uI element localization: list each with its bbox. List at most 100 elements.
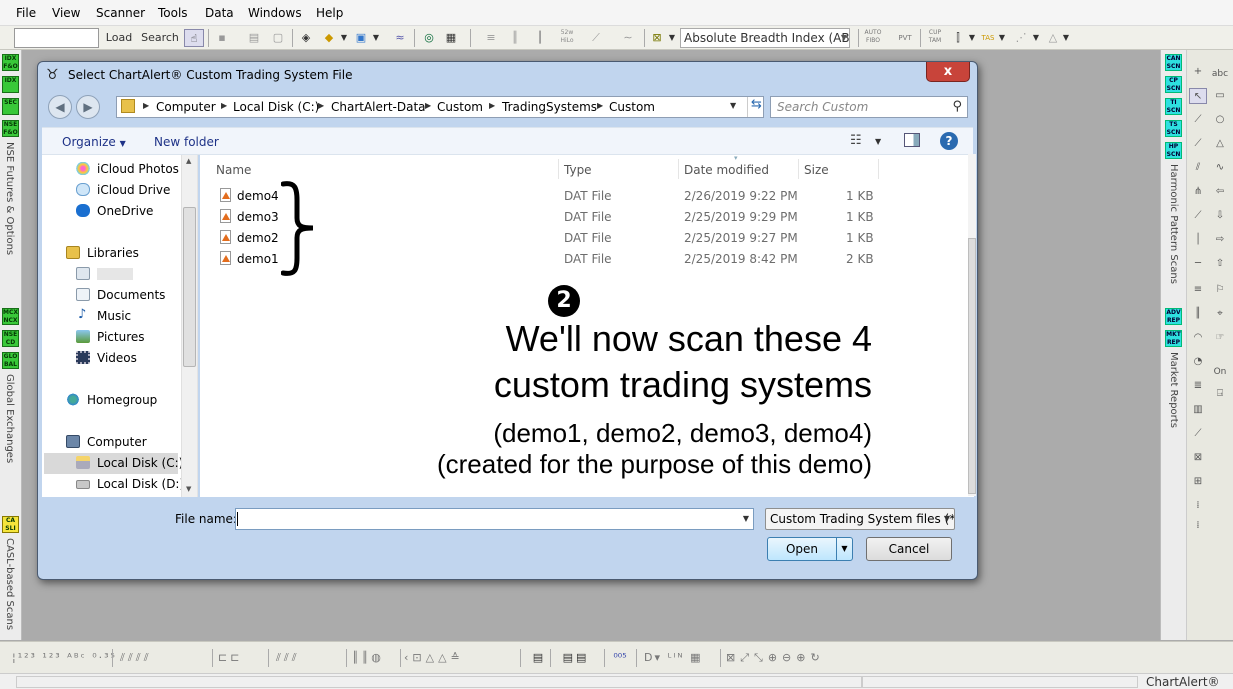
chevron-down-icon[interactable]: ▼: [1062, 29, 1070, 47]
level-tools-icons[interactable]: ⊏⊏: [218, 649, 268, 667]
column-type-header[interactable]: Type: [564, 163, 592, 177]
file-type-filter-select[interactable]: Custom Trading System files (* ▼: [765, 508, 955, 530]
crosshair-icon[interactable]: +: [1189, 64, 1207, 80]
cancel-button[interactable]: Cancel: [866, 537, 952, 561]
list-icon[interactable]: ≡: [482, 29, 500, 47]
back-button[interactable]: ◀: [48, 95, 72, 119]
chevron-down-icon[interactable]: ▼: [998, 29, 1006, 47]
file-list-scrollbar[interactable]: [968, 154, 976, 496]
indicator-icon[interactable]: ⊠: [648, 29, 666, 47]
chart-settings-icon[interactable]: ◈: [298, 29, 314, 47]
sec-button[interactable]: SEC: [2, 98, 19, 115]
idx-fo-button[interactable]: IDX F&O: [2, 54, 19, 71]
nse-fo-button[interactable]: NSE F&O: [2, 120, 19, 137]
column-size-header[interactable]: Size: [804, 163, 829, 177]
pattern-icon[interactable]: ⋰: [1012, 29, 1030, 47]
chevron-down-icon[interactable]: ▼: [340, 29, 348, 47]
file-list-scroll-thumb[interactable]: [968, 238, 976, 494]
harmonic-pattern-scans-label[interactable]: Harmonic Pattern Scans: [1168, 164, 1179, 284]
menu-scanner[interactable]: Scanner: [96, 6, 145, 20]
pointer-icon[interactable]: ↖: [1189, 88, 1207, 104]
breadcrumb-arrow-icon[interactable]: ▶: [425, 101, 431, 110]
nav-documents[interactable]: Documents: [97, 288, 165, 302]
chevron-down-icon[interactable]: ▼: [372, 29, 380, 47]
window-icon[interactable]: ▦: [442, 29, 460, 47]
nav-music[interactable]: Music: [97, 309, 131, 323]
breadcrumb-local-disk[interactable]: Local Disk (C:): [233, 100, 319, 114]
dots-grid-icon[interactable]: ⁞: [1189, 498, 1207, 514]
r-tool-icon[interactable]: ⍈: [1211, 386, 1229, 402]
bars-icon[interactable]: ║: [506, 29, 524, 47]
view-options-icon[interactable]: ☷: [850, 133, 862, 148]
cursor-tool-icon[interactable]: ☝: [184, 29, 204, 47]
search-button[interactable]: Search: [140, 29, 180, 47]
nav-scrollbar[interactable]: ▲ ▼: [181, 155, 197, 497]
print-icon[interactable]: ▤: [246, 29, 262, 47]
chevron-down-icon[interactable]: ▼: [968, 29, 976, 47]
nav-local-disk-d[interactable]: Local Disk (D:): [97, 477, 184, 491]
ti-scn-button[interactable]: TI SCN: [1165, 98, 1182, 115]
chevron-down-icon[interactable]: ▼: [1032, 29, 1040, 47]
nav-videos[interactable]: Videos: [97, 351, 137, 365]
chevron-down-icon[interactable]: ▼: [743, 514, 749, 523]
line-icon[interactable]: ⟋: [1189, 112, 1207, 128]
triangle-icon[interactable]: △: [1211, 136, 1229, 152]
file-name-input[interactable]: ▼: [235, 508, 754, 530]
chevron-down-icon[interactable]: ▼: [730, 101, 736, 110]
market-reports-label[interactable]: Market Reports: [1168, 352, 1179, 428]
dots-grid-icon[interactable]: ⁞: [1189, 518, 1207, 534]
breadcrumb-arrow-icon[interactable]: ▶: [318, 101, 324, 110]
menu-windows[interactable]: Windows: [248, 6, 302, 20]
breadcrumb-custom[interactable]: Custom: [437, 100, 483, 114]
breadcrumb-tradingsystems[interactable]: TradingSystems: [502, 100, 597, 114]
breadcrumb-chartalert-data[interactable]: ChartAlert-Data: [331, 100, 426, 114]
on-toggle[interactable]: On: [1211, 364, 1229, 380]
redacted-library-item[interactable]: [97, 268, 133, 280]
cp-scn-button[interactable]: CP SCN: [1165, 76, 1182, 93]
spiral-icon[interactable]: ◔: [1189, 354, 1207, 370]
scroll-up-icon[interactable]: ▲: [186, 157, 191, 165]
breadcrumb-arrow-icon[interactable]: ▶: [597, 101, 603, 110]
save-icon[interactable]: ▪: [214, 29, 230, 47]
nav-pictures[interactable]: Pictures: [97, 330, 145, 344]
address-bar[interactable]: ▶ Computer ▶ Local Disk (C:) ▶ ChartAler…: [116, 96, 764, 118]
menu-file[interactable]: File: [16, 6, 36, 20]
pivot-icon[interactable]: PVT: [894, 29, 916, 47]
indicator-select[interactable]: Absolute Breadth Index (ABI ▼: [680, 28, 850, 48]
vertical-line-icon[interactable]: │: [1189, 232, 1207, 248]
levels-icon[interactable]: ≡: [1189, 282, 1207, 298]
channel-tools-icons[interactable]: ⫽⫽⫽: [276, 649, 346, 667]
menu-help[interactable]: Help: [316, 6, 343, 20]
mcx-ncx-button[interactable]: MCX NCX: [2, 308, 19, 325]
nav-local-disk-c[interactable]: Local Disk (C:): [97, 456, 183, 470]
auto-fibo-icon[interactable]: AUTO FIBO: [862, 29, 884, 47]
preview-icon[interactable]: ▢: [270, 29, 286, 47]
52w-hilo-icon[interactable]: 52w HiLo: [556, 29, 578, 47]
refresh-icon[interactable]: ⇆: [747, 97, 765, 117]
chevron-down-icon[interactable]: ▼: [668, 29, 676, 47]
shape-tools-icons[interactable]: ‹⊡△△≙: [404, 649, 514, 667]
breadcrumb-custom-current[interactable]: Custom: [609, 100, 655, 114]
global-exchanges-label[interactable]: Global Exchanges: [4, 374, 15, 463]
hand-icon[interactable]: ☞: [1211, 330, 1229, 346]
nav-icloud-photos[interactable]: iCloud Photos: [97, 162, 179, 176]
ts-scn-button[interactable]: TS SCN: [1165, 120, 1182, 137]
triangle-icon[interactable]: △: [1044, 29, 1062, 47]
gann-grid-icon[interactable]: ⊠: [1189, 450, 1207, 466]
pattern-tools-icons[interactable]: ⫽⫽⫽⫽: [120, 649, 210, 667]
globe-icon[interactable]: ◎: [420, 29, 438, 47]
diamond-icon[interactable]: ◆: [320, 29, 338, 47]
candles-icon[interactable]: ┃: [530, 29, 550, 47]
wave-icon[interactable]: ≈: [390, 29, 410, 47]
scale-tools-icons[interactable]: D▾ ᴸᴵᴺ ▦: [644, 649, 724, 667]
chevron-down-icon[interactable]: ▼: [875, 137, 881, 146]
retracement-icon[interactable]: ≣: [1189, 378, 1207, 394]
new-folder-button[interactable]: New folder: [154, 135, 219, 149]
trendline-icon[interactable]: ⟋: [1189, 136, 1207, 152]
column-name-header[interactable]: Name: [216, 163, 251, 177]
signals-icon[interactable]: ⫿: [948, 29, 968, 47]
chart-type-icon[interactable]: ▣: [352, 29, 370, 47]
trend-icon[interactable]: ⟋: [586, 29, 606, 47]
idx-button[interactable]: IDX: [2, 76, 19, 93]
bars-tools-icons[interactable]: ║║◍: [352, 649, 398, 667]
